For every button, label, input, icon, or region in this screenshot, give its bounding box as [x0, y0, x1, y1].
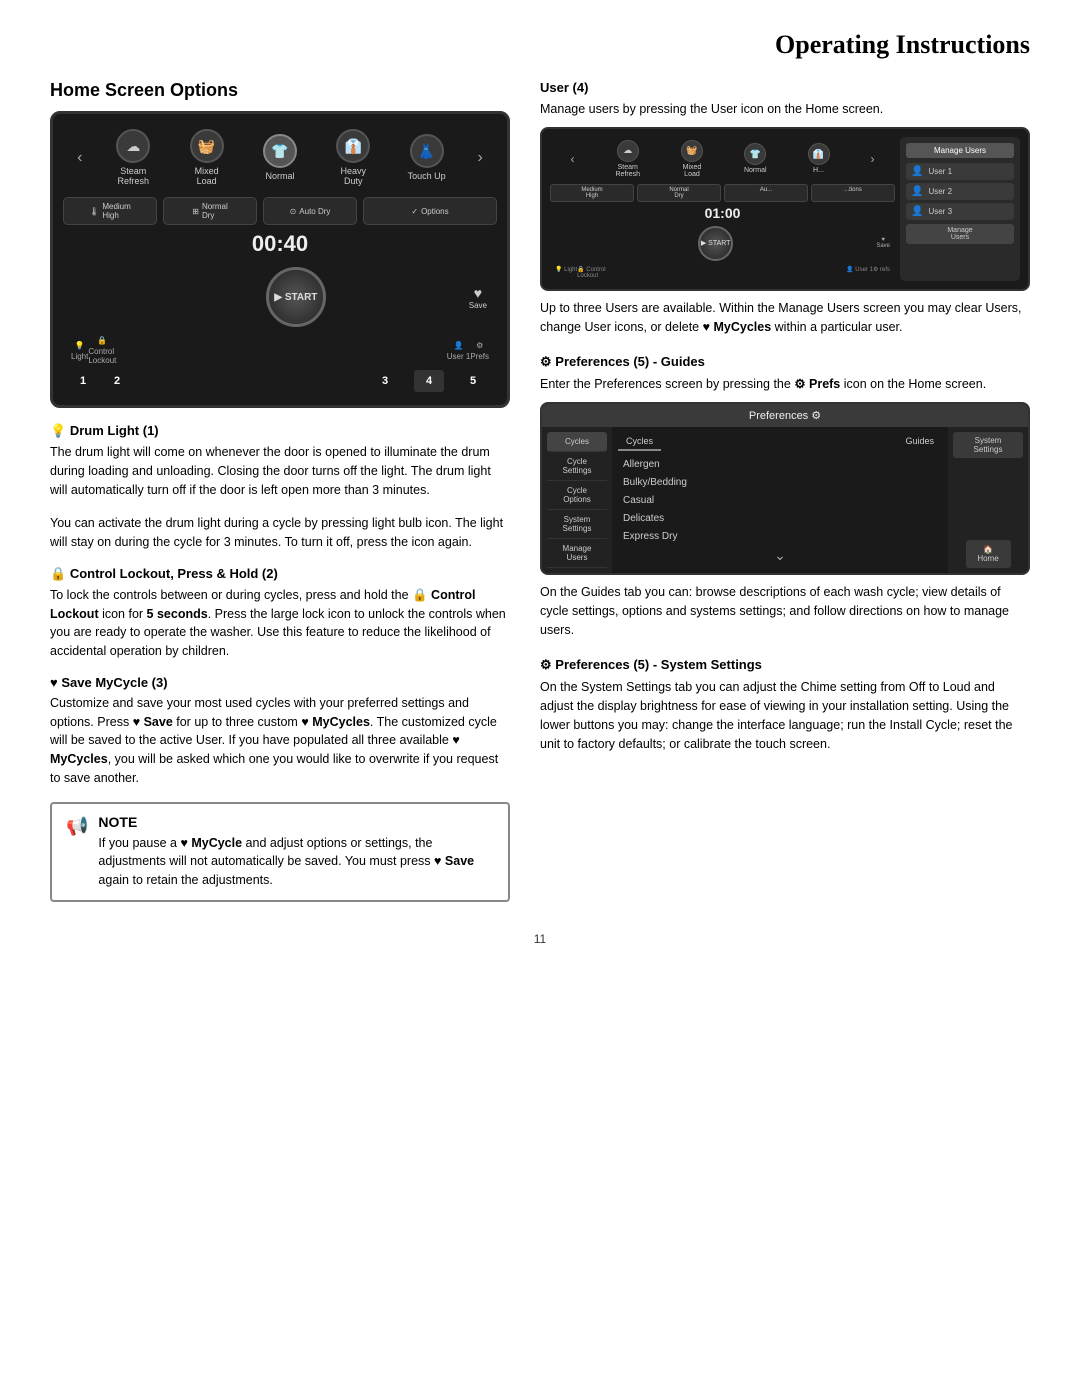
cycle-item-normal[interactable]: 👕 Normal	[252, 134, 307, 181]
save-mycycle-body: Customize and save your most used cycles…	[50, 694, 510, 788]
next-arrow[interactable]: ›	[472, 144, 487, 172]
note-body: If you pause a ♥ MyCycle and adjust opti…	[98, 834, 494, 890]
control-lockout-btn[interactable]: 🔒ControlLockout	[88, 336, 116, 365]
prefs-guides-body: Enter the Preferences screen by pressing…	[540, 375, 1030, 394]
cycle-casual[interactable]: Casual	[618, 493, 942, 508]
cycle-express-dry[interactable]: Express Dry	[618, 529, 942, 544]
number-label-1: 1	[68, 370, 98, 392]
control-lockout-title: 🔒 Control Lockout, Press & Hold (2)	[50, 566, 510, 582]
time-display: 00:40	[63, 231, 497, 257]
number-label-3: 3	[370, 370, 400, 392]
user-item-2[interactable]: 👤 User 2	[906, 183, 1014, 200]
save-mycycle-section: ♥ Save MyCycle (3) Customize and save yo…	[50, 675, 510, 788]
prefs-system-body: On the System Settings tab you can adjus…	[540, 678, 1030, 753]
section-title: Home Screen Options	[50, 80, 510, 101]
prefs-chevron-down[interactable]: ⌄	[618, 544, 942, 567]
prefs-sidebar-cycles[interactable]: Cycles	[547, 432, 607, 452]
number-label-2: 2	[102, 370, 132, 392]
page-title: Operating Instructions	[50, 30, 1030, 60]
number-label-5: 5	[458, 370, 488, 392]
prefs-system-settings-btn[interactable]: SystemSettings	[953, 432, 1023, 458]
small-start-btn[interactable]: ▶ START	[698, 226, 733, 261]
control-lockout-icon: 🔒	[50, 566, 66, 581]
user-screen-time: 01:00	[550, 205, 895, 221]
user3-icon: 👤	[911, 206, 923, 217]
page-number: 11	[50, 932, 1030, 946]
opt-auto-dry[interactable]: ⊙Auto Dry	[263, 197, 357, 225]
cycle-item-touchup[interactable]: 👗 Touch Up	[399, 134, 454, 181]
number-label-4: 4	[414, 370, 444, 392]
prefs-btn[interactable]: ⚙Prefs	[470, 341, 489, 361]
preferences-system-section: ⚙ Preferences (5) - System Settings On t…	[540, 657, 1030, 753]
control-lockout-body: To lock the controls between or during c…	[50, 586, 510, 661]
user-description: Up to three Users are available. Within …	[540, 299, 1030, 337]
drum-light-body2: You can activate the drum light during a…	[50, 514, 510, 552]
manage-users-title: Manage Users	[906, 143, 1014, 158]
control-lockout-section: 🔒 Control Lockout, Press & Hold (2) To l…	[50, 566, 510, 661]
save-mycycle-title: ♥ Save MyCycle (3)	[50, 675, 510, 690]
manage-users-panel: Manage Users 👤 User 1 👤 User 2 👤 User 3 …	[900, 137, 1020, 281]
washer-screen: ‹ ☁ SteamRefresh 🧺 MixedLoad 👕 Normal 👔 …	[50, 111, 510, 408]
user-item-3[interactable]: 👤 User 3	[906, 203, 1014, 220]
prefs-screen: Preferences ⚙ Cycles CycleSettings Cycle…	[540, 402, 1030, 575]
user-title: User (4)	[540, 80, 1030, 95]
prefs-guides-title: ⚙ Preferences (5) - Guides	[540, 354, 1030, 370]
save-button[interactable]: ♥ Save	[469, 285, 487, 310]
prefs-sidebar-cycle-options[interactable]: CycleOptions	[547, 481, 607, 510]
opt-medium-high[interactable]: 🌡MediumHigh	[63, 197, 157, 225]
note-icon: 📢	[66, 816, 88, 837]
user-btn[interactable]: 👤User 1	[447, 341, 471, 361]
cycle-delicates[interactable]: Delicates	[618, 511, 942, 526]
drum-light-title: 💡 Drum Light (1)	[50, 423, 510, 439]
cycle-bulky[interactable]: Bulky/Bedding	[618, 475, 942, 490]
cycle-allergen[interactable]: Allergen	[618, 457, 942, 472]
prefs-system-icon: ⚙	[540, 657, 552, 672]
light-icon-btn[interactable]: 💡Light	[71, 341, 88, 361]
drum-light-section: 💡 Drum Light (1) The drum light will com…	[50, 423, 510, 552]
prefs-system-title: ⚙ Preferences (5) - System Settings	[540, 657, 1030, 673]
user1-icon: 👤	[911, 166, 923, 177]
cycle-item-mixed[interactable]: 🧺 MixedLoad	[179, 129, 234, 186]
start-button[interactable]: ▶ START	[266, 267, 326, 327]
prefs-sidebar-cycle-settings[interactable]: CycleSettings	[547, 452, 607, 481]
prefs-title-bar: Preferences ⚙	[542, 404, 1028, 427]
drum-light-icon: 💡	[50, 423, 66, 438]
opt-options[interactable]: ✓Options	[363, 197, 497, 225]
prefs-tab-cycles[interactable]: Cycles	[618, 433, 661, 451]
preferences-guides-section: ⚙ Preferences (5) - Guides Enter the Pre…	[540, 354, 1030, 639]
note-title: NOTE	[98, 814, 494, 830]
manage-users-btn[interactable]: ManageUsers	[906, 224, 1014, 244]
user-screen: ‹ ☁ SteamRefresh 🧺 MixedLoad 👕 Normal	[540, 127, 1030, 291]
opt-normal-dry[interactable]: ⊞NormalDry	[163, 197, 257, 225]
user-item-1[interactable]: 👤 User 1	[906, 163, 1014, 180]
cycle-item-steam[interactable]: ☁ SteamRefresh	[106, 129, 161, 186]
prev-arrow[interactable]: ‹	[72, 144, 87, 172]
prefs-sidebar-system-settings[interactable]: SystemSettings	[547, 510, 607, 539]
heart-icon: ♥	[50, 675, 58, 690]
prefs-tab-guides[interactable]: Guides	[897, 433, 942, 451]
user-section: User (4) Manage users by pressing the Us…	[540, 80, 1030, 336]
user-body: Manage users by pressing the User icon o…	[540, 100, 1030, 119]
drum-light-body1: The drum light will come on whenever the…	[50, 443, 510, 499]
prefs-home-btn[interactable]: 🏠Home	[966, 540, 1011, 568]
note-box: 📢 NOTE If you pause a ♥ MyCycle and adju…	[50, 802, 510, 902]
prefs-sidebar-manage-users[interactable]: ManageUsers	[547, 539, 607, 568]
user2-icon: 👤	[911, 186, 923, 197]
prefs-guides-description: On the Guides tab you can: browse descri…	[540, 583, 1030, 639]
cycle-item-heavy[interactable]: 👔 HeavyDuty	[326, 129, 381, 186]
prefs-icon: ⚙	[540, 354, 552, 369]
